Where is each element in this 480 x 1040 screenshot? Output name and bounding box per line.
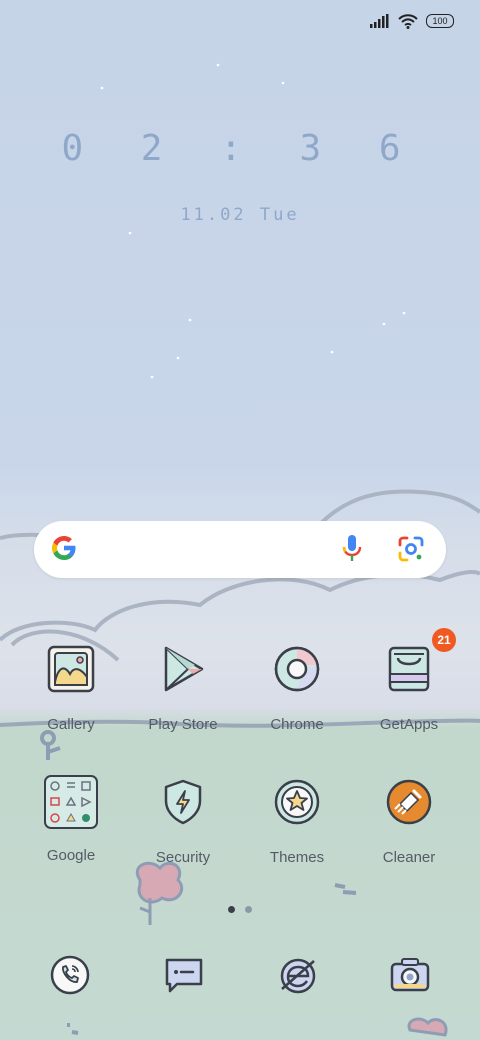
dock-phone[interactable] [50, 955, 90, 995]
app-gallery[interactable]: Gallery [16, 644, 126, 733]
browser-icon [280, 958, 316, 994]
lockscreen-date: 11.02 Tue [180, 205, 300, 225]
phone-icon [50, 955, 90, 995]
signal-bars-icon [370, 14, 389, 28]
cleaner-brush-icon [384, 777, 434, 827]
app-themes[interactable]: Themes [242, 777, 352, 866]
app-play-store[interactable]: Play Store [128, 644, 238, 733]
app-label: Play Store [148, 716, 218, 733]
messages-icon [165, 958, 203, 993]
camera-icon [390, 958, 430, 992]
app-label: Security [155, 849, 211, 866]
google-search-bar[interactable] [34, 521, 446, 578]
wifi-icon [398, 13, 418, 29]
status-bar: 100 [370, 10, 454, 32]
app-label: Themes [269, 849, 325, 866]
app-label: Chrome [270, 716, 324, 733]
page-dot [245, 906, 252, 913]
getapps-icon: 21 [384, 628, 456, 694]
gallery-icon [46, 644, 96, 694]
chrome-icon [272, 644, 322, 694]
lockscreen-clock: 0 2 : 3 6 [61, 128, 419, 169]
app-label: Google [46, 847, 96, 864]
dock-messages[interactable] [164, 955, 204, 995]
app-cleaner[interactable]: Cleaner [354, 777, 464, 866]
battery-indicator: 100 [426, 14, 454, 28]
app-label: Gallery [47, 716, 95, 733]
page-dot-active [228, 906, 235, 913]
google-g-icon [52, 536, 76, 560]
security-shield-icon [158, 777, 208, 827]
app-security[interactable]: Security [128, 777, 238, 866]
notification-badge: 21 [432, 628, 456, 652]
dock-camera[interactable] [390, 955, 430, 995]
google-folder-icon [44, 775, 98, 829]
dock-browser[interactable] [278, 955, 318, 995]
microphone-icon[interactable] [341, 534, 363, 564]
app-google-folder[interactable]: Google [16, 775, 126, 864]
app-chrome[interactable]: Chrome [242, 644, 352, 733]
app-label: Cleaner [382, 849, 436, 866]
play-store-icon [158, 644, 208, 694]
google-lens-icon[interactable] [397, 535, 425, 563]
app-getapps[interactable]: 21 GetApps [354, 628, 464, 733]
themes-star-icon [272, 777, 322, 827]
page-indicator [0, 898, 480, 917]
app-label: GetApps [379, 716, 439, 733]
